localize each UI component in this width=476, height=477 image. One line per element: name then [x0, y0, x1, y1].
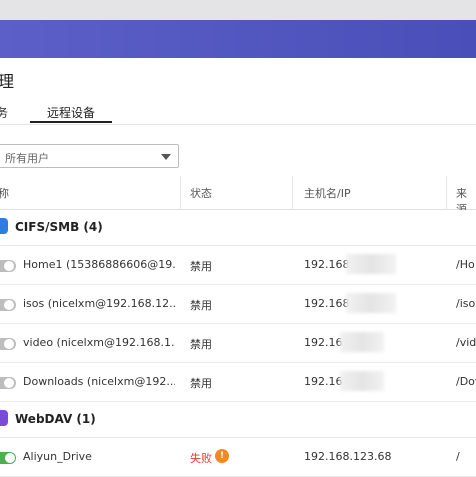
column-header-status[interactable]: 状态 — [190, 185, 212, 201]
tabs-divider — [0, 124, 476, 125]
mount-toggle[interactable] — [0, 299, 16, 311]
column-header-host[interactable]: 主机名/IP — [304, 185, 351, 201]
share-name: Home1 (15386886606@19... — [23, 258, 175, 271]
group-header-cifs-smb[interactable]: CIFS/SMB (4) — [0, 210, 476, 246]
warning-icon[interactable]: ! — [215, 449, 229, 463]
user-filter-select[interactable]: 所有用户 — [0, 144, 179, 168]
share-name: Downloads (nicelxm@192.... — [23, 375, 175, 388]
redacted-region — [346, 254, 396, 274]
share-status: 禁用 — [190, 377, 212, 390]
mount-toggle[interactable] — [0, 377, 16, 389]
tab-tasks[interactable]: 务 — [0, 104, 8, 124]
share-name: video (nicelxm@192.168.1... — [23, 336, 175, 349]
share-mount-path: /Dov — [456, 375, 476, 388]
table-row[interactable]: Aliyun_Drive 失败 ! 192.168.123.68 / — [0, 438, 476, 477]
group-header-webdav[interactable]: WebDAV (1) — [0, 402, 476, 438]
column-divider — [180, 176, 181, 210]
table-row[interactable]: isos (nicelxm@192.168.12... 禁用 192.168 /… — [0, 285, 476, 324]
group-label: WebDAV (1) — [15, 412, 96, 426]
active-tab-indicator — [30, 121, 112, 123]
table-header: 称 状态 主机名/IP 来源 — [0, 176, 476, 216]
window-top-bar — [0, 0, 476, 20]
column-divider — [292, 176, 293, 210]
share-name: Aliyun_Drive — [23, 450, 92, 463]
column-header-name[interactable]: 称 — [0, 185, 9, 201]
page-title: 理 — [0, 72, 15, 91]
share-status: 禁用 — [190, 260, 212, 273]
mount-toggle[interactable] — [0, 260, 16, 272]
table-row[interactable]: Downloads (nicelxm@192.... 禁用 192.16 /Do… — [0, 363, 476, 402]
cifs-share-icon — [0, 218, 8, 234]
app-header-banner — [0, 20, 476, 58]
share-name: isos (nicelxm@192.168.12... — [23, 297, 175, 310]
table-row[interactable]: Home1 (15386886606@19... 禁用 192.168 /Ho — [0, 246, 476, 285]
redacted-region — [340, 332, 384, 352]
webdav-icon — [0, 410, 8, 426]
share-host: 192.168.123.68 — [304, 450, 392, 463]
share-mount-path: /vid — [456, 336, 476, 349]
share-mount-path: / — [456, 450, 460, 463]
redacted-region — [340, 371, 384, 391]
redacted-region — [346, 293, 396, 313]
share-status: 禁用 — [190, 299, 212, 312]
share-mount-path: /isos — [456, 297, 476, 310]
table-row[interactable]: video (nicelxm@192.168.1... 禁用 192.16 /v… — [0, 324, 476, 363]
mount-toggle[interactable] — [0, 452, 16, 464]
user-filter-value: 所有用户 — [5, 152, 49, 165]
column-divider — [446, 176, 447, 210]
share-mount-path: /Ho — [456, 258, 475, 271]
group-label: CIFS/SMB (4) — [15, 220, 103, 234]
share-status: 禁用 — [190, 338, 212, 351]
mount-toggle[interactable] — [0, 338, 16, 350]
chevron-down-icon[interactable] — [161, 154, 171, 160]
